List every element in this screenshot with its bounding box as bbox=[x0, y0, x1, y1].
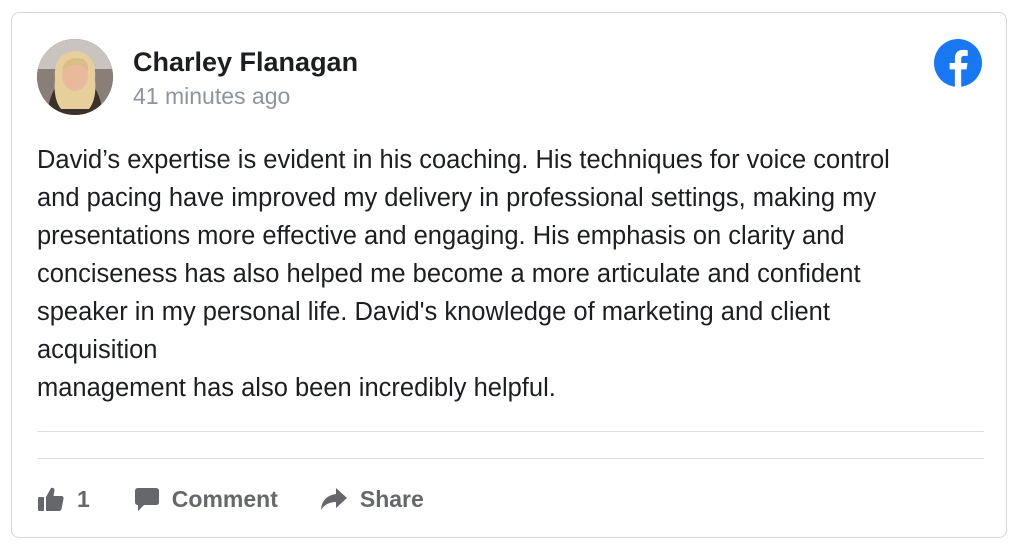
like-button[interactable]: 1 bbox=[37, 485, 90, 513]
facebook-logo-icon[interactable] bbox=[934, 39, 982, 87]
like-count: 1 bbox=[77, 485, 90, 512]
comment-button[interactable]: Comment bbox=[134, 486, 278, 513]
comment-bubble-icon bbox=[134, 488, 159, 511]
thumbs-up-icon bbox=[38, 487, 64, 511]
share-arrow-icon bbox=[320, 488, 347, 510]
post-timestamp[interactable]: 41 minutes ago bbox=[133, 83, 290, 110]
review-text: David’s expertise is evident in his coac… bbox=[37, 146, 890, 402]
share-button[interactable]: Share bbox=[320, 486, 424, 513]
action-bar: 1 Comment Share bbox=[37, 479, 424, 519]
divider bbox=[37, 431, 984, 432]
avatar[interactable] bbox=[37, 39, 113, 115]
author-name[interactable]: Charley Flanagan bbox=[133, 47, 358, 78]
comment-label: Comment bbox=[171, 485, 278, 512]
share-label: Share bbox=[359, 485, 424, 512]
review-card: Charley Flanagan 41 minutes ago David’s … bbox=[11, 12, 1007, 538]
avatar-photo bbox=[37, 39, 113, 115]
divider bbox=[37, 458, 984, 459]
